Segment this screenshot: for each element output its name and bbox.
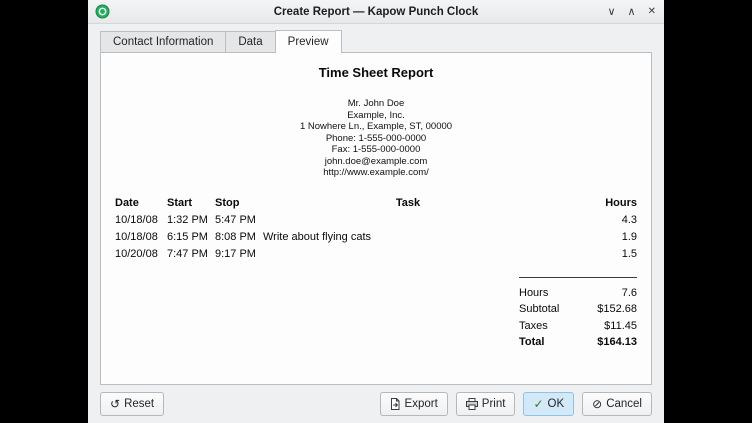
time-table: Date Start Stop Task Hours 10/18/08 1:32… [115, 195, 637, 263]
header-start: Start [167, 195, 215, 212]
desktop-background: Create Report — Kapow Punch Clock ∨ ∧ ✕ … [0, 0, 752, 423]
contact-email: john.doe@example.com [115, 156, 637, 168]
tab-bar: Contact Information Data Preview [100, 29, 652, 52]
check-icon: ✓ [533, 398, 543, 410]
cancel-icon: ⊘ [592, 398, 602, 410]
document-export-icon [390, 398, 401, 410]
summary-label: Taxes [519, 318, 548, 335]
cell-task [263, 246, 553, 263]
ok-label: OK [548, 397, 565, 411]
cell-start: 7:47 PM [167, 246, 215, 263]
cancel-label: Cancel [606, 397, 642, 411]
cancel-button[interactable]: ⊘ Cancel [582, 392, 652, 416]
window-title: Create Report — Kapow Punch Clock [88, 0, 664, 24]
contact-fax: Fax: 1-555-000-0000 [115, 144, 637, 156]
summary-value: $152.68 [597, 301, 637, 318]
header-date: Date [115, 195, 167, 212]
header-stop: Stop [215, 195, 263, 212]
cell-stop: 8:08 PM [215, 229, 263, 246]
contact-name: Mr. John Doe [115, 98, 637, 110]
print-button[interactable]: Print [456, 392, 516, 416]
printer-icon [466, 398, 478, 410]
cell-hours: 1.9 [553, 229, 637, 246]
cell-date: 10/18/08 [115, 212, 167, 229]
totals-summary: Hours 7.6 Subtotal $152.68 Taxes $11.45 … [519, 277, 637, 351]
reset-label: Reset [124, 397, 154, 411]
summary-value: $11.45 [604, 318, 637, 335]
report-title: Time Sheet Report [115, 65, 637, 80]
summary-label: Subtotal [519, 301, 559, 318]
minimize-icon[interactable]: ∨ [607, 0, 615, 24]
contact-address: 1 Nowhere Ln., Example, ST, 00000 [115, 121, 637, 133]
contact-phone: Phone: 1-555-000-0000 [115, 133, 637, 145]
reset-button[interactable]: ↺ Reset [100, 392, 164, 416]
contact-company: Example, Inc. [115, 110, 637, 122]
create-report-window: Create Report — Kapow Punch Clock ∨ ∧ ✕ … [88, 0, 664, 423]
tab-preview[interactable]: Preview [275, 30, 342, 53]
ok-button[interactable]: ✓ OK [523, 392, 574, 416]
window-controls: ∨ ∧ ✕ [607, 0, 656, 24]
summary-value: 7.6 [622, 285, 637, 302]
dialog-button-row: ↺ Reset Export [88, 385, 664, 423]
header-task: Task [263, 195, 553, 212]
table-row: 10/18/08 6:15 PM 8:08 PM Write about fly… [115, 229, 637, 246]
tab-contact-information[interactable]: Contact Information [100, 31, 226, 52]
report-preview-pane: Time Sheet Report Mr. John Doe Example, … [100, 52, 652, 385]
summary-label: Hours [519, 285, 548, 302]
cell-task: Write about flying cats [263, 229, 553, 246]
cell-stop: 5:47 PM [215, 212, 263, 229]
titlebar[interactable]: Create Report — Kapow Punch Clock ∨ ∧ ✕ [88, 0, 664, 24]
header-hours: Hours [553, 195, 637, 212]
close-icon[interactable]: ✕ [648, 0, 656, 24]
cell-start: 1:32 PM [167, 212, 215, 229]
table-header-row: Date Start Stop Task Hours [115, 195, 637, 212]
cell-date: 10/20/08 [115, 246, 167, 263]
summary-label: Total [519, 334, 544, 351]
summary-row-taxes: Taxes $11.45 [519, 318, 637, 335]
cell-stop: 9:17 PM [215, 246, 263, 263]
cell-hours: 4.3 [553, 212, 637, 229]
contact-website: http://www.example.com/ [115, 167, 637, 179]
tab-data[interactable]: Data [225, 31, 275, 52]
export-button[interactable]: Export [380, 392, 448, 416]
summary-row-subtotal: Subtotal $152.68 [519, 301, 637, 318]
export-label: Export [405, 397, 438, 411]
maximize-icon[interactable]: ∧ [628, 0, 636, 24]
cell-date: 10/18/08 [115, 229, 167, 246]
summary-row-hours: Hours 7.6 [519, 285, 637, 302]
summary-value: $164.13 [597, 334, 637, 351]
cell-hours: 1.5 [553, 246, 637, 263]
table-row: 10/20/08 7:47 PM 9:17 PM 1.5 [115, 246, 637, 263]
print-label: Print [482, 397, 506, 411]
cell-start: 6:15 PM [167, 229, 215, 246]
reset-icon: ↺ [110, 398, 120, 410]
table-row: 10/18/08 1:32 PM 5:47 PM 4.3 [115, 212, 637, 229]
cell-task [263, 212, 553, 229]
summary-row-total: Total $164.13 [519, 334, 637, 351]
contact-block: Mr. John Doe Example, Inc. 1 Nowhere Ln.… [115, 98, 637, 179]
